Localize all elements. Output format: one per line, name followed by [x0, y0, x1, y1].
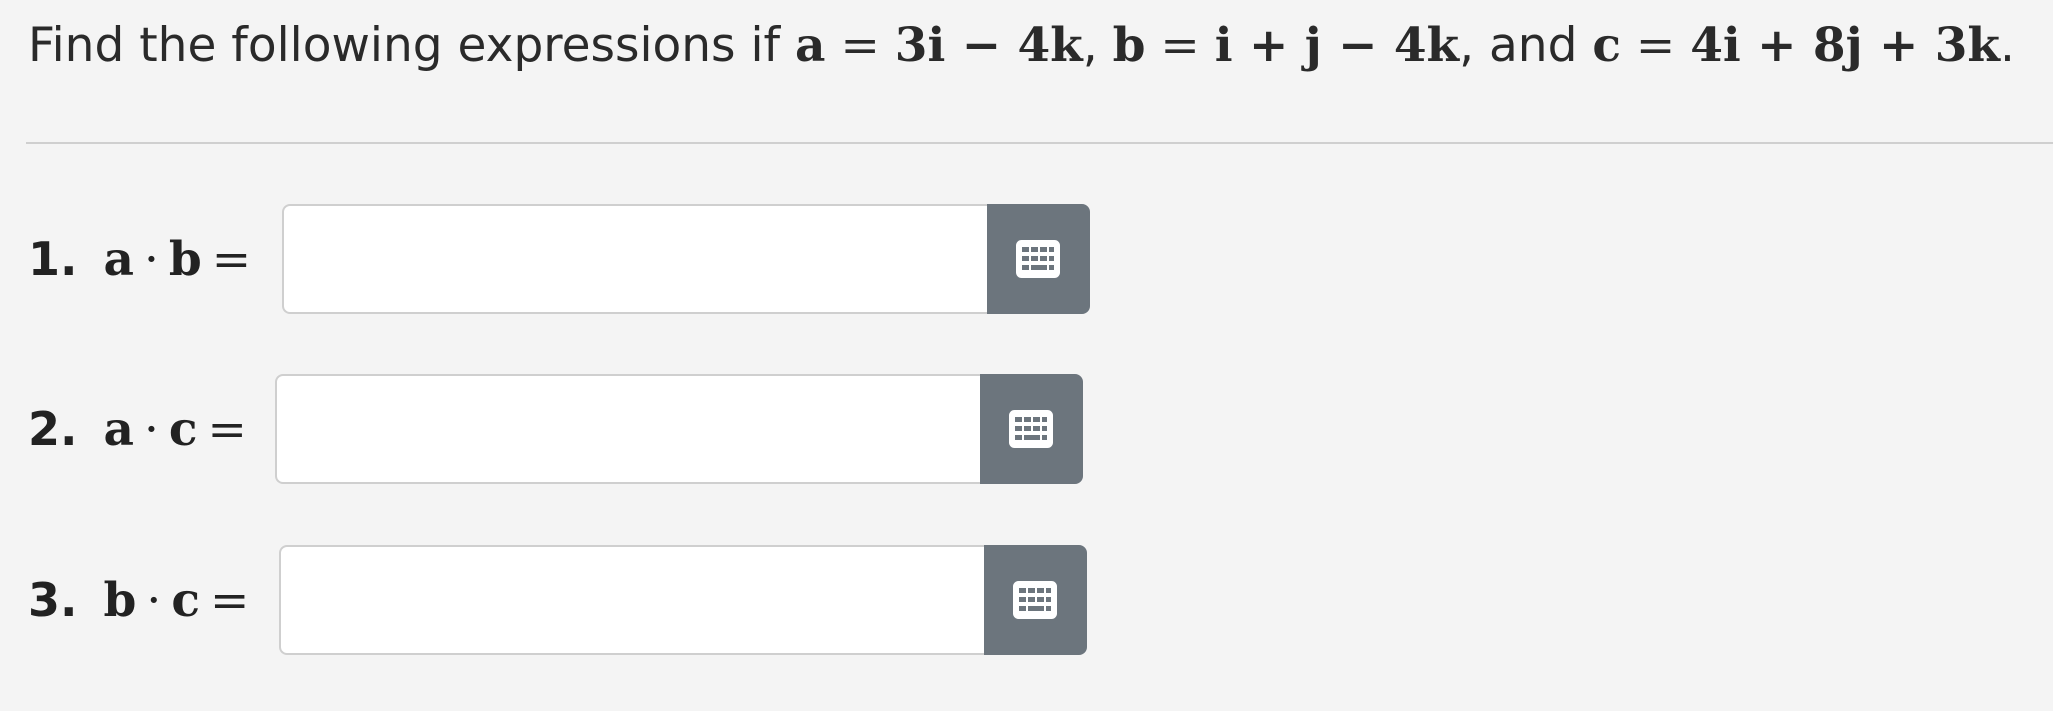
dot-operator: · [146, 572, 162, 628]
keypad-icon [1016, 240, 1061, 278]
keypad-button-1[interactable] [986, 204, 1090, 314]
equals-sign: = [1620, 18, 1691, 73]
vector-c-name: c [1592, 18, 1621, 73]
question-expression: a · c = [103, 402, 256, 457]
question-expression: b · c = [103, 573, 259, 628]
answer-input-2[interactable] [275, 374, 980, 484]
equals-sign: = [1145, 18, 1215, 73]
vector-b-name: b [1112, 18, 1146, 73]
question-label: 2. a · c = [28, 374, 257, 484]
keypad-icon [1009, 410, 1054, 448]
divider [26, 142, 2053, 144]
question-expression: a · b = [103, 232, 261, 287]
vector-a-value: 3i − 4k [894, 18, 1083, 73]
equals-sign: = [825, 18, 895, 73]
answer-group [279, 545, 1087, 655]
separator: , [1082, 18, 1113, 73]
vector-a-name: a [795, 18, 826, 73]
question-number: 3. [28, 573, 78, 627]
separator: , and [1459, 18, 1593, 73]
right-operand: c [168, 401, 198, 457]
answer-group [282, 204, 1090, 314]
answer-group [275, 374, 1083, 484]
answer-input-1[interactable] [282, 204, 987, 314]
left-operand: a [103, 401, 134, 457]
left-operand: a [103, 231, 134, 287]
question-label: 1. a · b = [28, 204, 261, 314]
keypad-icon [1013, 581, 1058, 619]
equals-sign: = [207, 401, 247, 457]
vector-b-value: i + j − 4k [1214, 18, 1460, 73]
right-operand: c [171, 572, 200, 628]
equals-sign: = [209, 572, 250, 628]
problem-statement: Find the following expressions if a = 3i… [28, 14, 2015, 78]
question-number: 1. [28, 232, 78, 286]
question-number: 2. [28, 402, 78, 456]
prompt-lead: Find the following expressions if [28, 18, 796, 73]
answer-input-3[interactable] [279, 545, 984, 655]
keypad-button-2[interactable] [979, 374, 1083, 484]
vector-c-value: 4i + 8j + 3k [1690, 18, 2000, 73]
question-label: 3. b · c = [28, 545, 259, 655]
equals-sign: = [211, 231, 252, 287]
dot-operator: · [143, 231, 159, 287]
left-operand: b [103, 572, 137, 628]
right-operand: b [168, 231, 202, 287]
period: . [1999, 18, 2015, 73]
dot-operator: · [143, 401, 159, 457]
keypad-button-3[interactable] [983, 545, 1087, 655]
